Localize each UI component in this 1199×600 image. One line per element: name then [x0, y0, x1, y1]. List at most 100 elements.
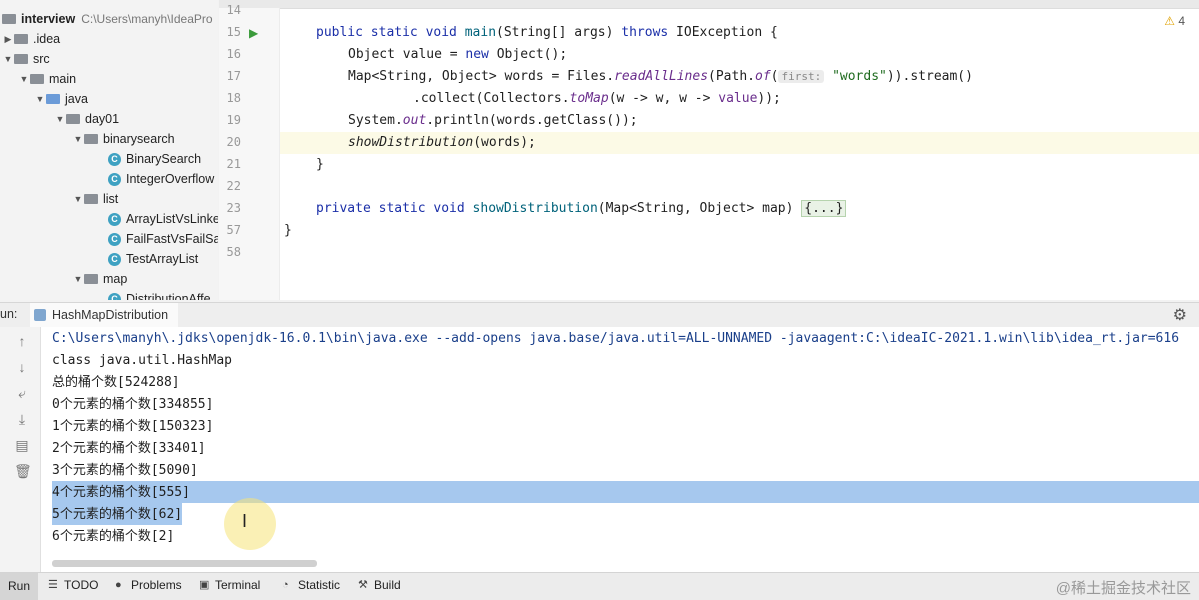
code-token: ));	[757, 91, 781, 106]
tree-item-java[interactable]: ▼ java	[34, 89, 88, 109]
list-icon: ☰	[48, 578, 58, 591]
chevron-down-icon[interactable]: ▼	[54, 109, 66, 129]
folder-icon	[14, 54, 28, 64]
gear-icon[interactable]: ⚙	[1173, 305, 1187, 325]
class-icon: C	[108, 252, 121, 266]
console-line: 6个元素的桶个数[2]	[52, 529, 175, 544]
code-token: }	[284, 223, 292, 238]
folder-icon	[14, 34, 28, 44]
info-icon: ●	[115, 578, 122, 591]
code-token: public static void	[316, 25, 465, 40]
chevron-down-icon[interactable]: ▼	[72, 129, 84, 149]
code-token: .collect(Collectors.	[413, 91, 570, 106]
chevron-down-icon[interactable]: ▼	[72, 269, 84, 289]
warning-indicator[interactable]: ⚠ 4	[1164, 14, 1185, 28]
tree-item-label: ArrayListVsLinke	[126, 212, 218, 226]
tree-item-testarraylist[interactable]: C TestArrayList	[108, 249, 198, 269]
trash-icon[interactable]: 🗑	[14, 463, 32, 480]
code-token: throws	[621, 25, 669, 40]
tree-item-label: list	[103, 192, 119, 206]
folded-code-block[interactable]: {...}	[801, 200, 847, 217]
class-icon: C	[108, 152, 121, 166]
tree-item-src[interactable]: ▼ src	[2, 49, 50, 69]
tree-item-list[interactable]: ▼ list	[72, 189, 119, 209]
tree-item-day01[interactable]: ▼ day01	[54, 109, 120, 129]
tool-tab-label: Terminal	[215, 578, 261, 592]
line-number: 22	[226, 179, 241, 193]
root-name: interview	[21, 12, 76, 26]
code-token: Object();	[488, 47, 568, 62]
tree-item-label: main	[49, 72, 77, 86]
arrow-up-icon[interactable]: ↑	[14, 333, 30, 349]
folder-icon	[66, 114, 80, 124]
tree-item-label: BinarySearch	[126, 152, 202, 166]
run-panel-header: un: HashMapDistribution ⚙	[0, 302, 1199, 329]
console-line: class java.util.HashMap	[52, 353, 233, 368]
soft-wrap-icon[interactable]: ⤶	[14, 385, 30, 402]
warning-icon: ⚠	[1164, 14, 1175, 28]
horizontal-scrollbar[interactable]	[52, 560, 317, 567]
run-gutter-icon[interactable]: ▶	[249, 26, 258, 40]
code-token: .println(words.getClass());	[426, 113, 638, 128]
code-token: (words);	[473, 135, 536, 150]
tool-tab-todo[interactable]: ☰ TODO	[48, 578, 98, 592]
tool-tab-label: Statistic	[298, 578, 341, 592]
chevron-down-icon[interactable]: ▼	[18, 69, 30, 89]
tree-item-label: src	[33, 52, 50, 66]
console-line: 总的桶个数[524288]	[52, 375, 180, 390]
line-number: 14	[226, 3, 241, 17]
code-token: Map<String, Object> words = Files.	[348, 69, 615, 84]
root-path: C:\Users\manyh\IdeaPro	[81, 12, 213, 26]
tool-tab-terminal[interactable]: ▣ Terminal	[199, 578, 260, 592]
tree-item-main[interactable]: ▼ main	[18, 69, 77, 89]
class-icon: C	[108, 212, 121, 226]
tool-tab-run[interactable]: Run	[0, 573, 39, 600]
run-toolbar: ↑ ↓ ⤶ ⤓ ▤ 🗑	[0, 327, 41, 572]
scroll-to-end-icon[interactable]: ⤓	[14, 411, 30, 428]
arrow-down-icon[interactable]: ↓	[14, 359, 30, 375]
folder-icon	[46, 94, 60, 104]
tree-item-label: TestArrayList	[126, 252, 199, 266]
print-icon[interactable]: ▤	[14, 437, 30, 454]
code-token: Object value =	[348, 47, 466, 62]
tree-item-integeroverflow[interactable]: C IntegerOverflow	[108, 169, 214, 189]
code-line-57: }	[284, 223, 292, 238]
code-line-19: System.out.println(words.getClass());	[348, 113, 638, 128]
tree-item-idea[interactable]: ▶ .idea	[2, 29, 61, 49]
code-line-21: }	[316, 157, 324, 172]
console-line: 3个元素的桶个数[5090]	[52, 463, 198, 478]
code-token: (w -> w, w ->	[608, 91, 719, 106]
chevron-down-icon[interactable]: ▼	[34, 89, 46, 109]
statistic-icon: ◔	[282, 578, 289, 591]
text-cursor-icon: I	[242, 511, 248, 531]
chevron-down-icon[interactable]: ▼	[2, 49, 14, 69]
tree-item-map[interactable]: ▼ map	[72, 269, 128, 289]
run-tab-hashmapdistribution[interactable]: HashMapDistribution	[30, 303, 179, 329]
code-token: new	[465, 47, 489, 62]
code-token: (Map<String, Object> map)	[597, 201, 802, 216]
tree-item-binarysearch-class[interactable]: C BinarySearch	[108, 149, 201, 169]
tool-tab-build[interactable]: ⚒ Build	[358, 578, 401, 592]
console-output[interactable]: C:\Users\manyh\.jdks\openjdk-16.0.1\bin\…	[41, 327, 1199, 572]
code-line-15: public static void main(String[] args) t…	[316, 25, 778, 40]
tree-item-arraylistvslinked[interactable]: C ArrayListVsLinke	[108, 209, 218, 229]
code-editor[interactable]: 14 15 16 17 18 19 20 21 22 23 57 58 ▶ ⚠ …	[219, 0, 1199, 300]
chevron-down-icon[interactable]: ▼	[72, 189, 84, 209]
selection-highlight	[52, 481, 1199, 503]
tree-item-distribution[interactable]: C DistributionAffe	[108, 289, 211, 300]
code-token: (String[] args)	[496, 25, 622, 40]
tree-item-failfast[interactable]: C FailFastVsFailSa	[108, 229, 218, 249]
line-gutter: 14 15 16 17 18 19 20 21 22 23 57 58 ▶	[219, 3, 280, 300]
tree-root[interactable]: interview C:\Users\manyh\IdeaPro	[2, 9, 213, 29]
tool-tab-statistic[interactable]: ◔ Statistic	[282, 578, 340, 592]
console-line: 2个元素的桶个数[33401]	[52, 441, 206, 456]
editor-tabs[interactable]	[219, 0, 1199, 9]
line-number: 16	[226, 47, 241, 61]
line-number: 17	[226, 69, 241, 83]
parameter-hint: first:	[778, 70, 825, 83]
line-number: 58	[226, 245, 241, 259]
tree-item-binarysearch[interactable]: ▼ binarysearch	[72, 129, 175, 149]
watermark-text: @稀土掘金技术社区	[1055, 580, 1191, 597]
chevron-right-icon[interactable]: ▶	[2, 29, 14, 49]
tool-tab-problems[interactable]: ● Problems	[115, 578, 182, 592]
